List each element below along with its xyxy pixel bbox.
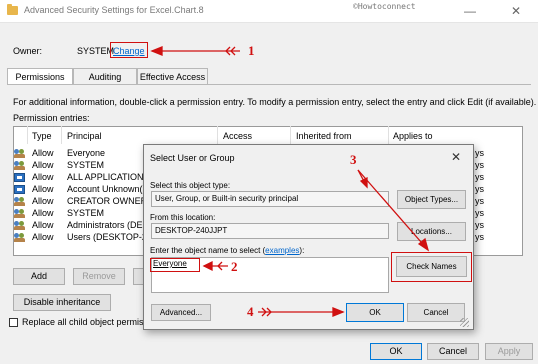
annotation-step-2: 2	[231, 259, 238, 274]
arrowhead-icon	[359, 176, 368, 189]
arrowhead-icon	[202, 260, 213, 272]
annotation-step-3: 3	[350, 152, 357, 167]
arrow-step-3	[357, 169, 429, 251]
annotation-step-1: 1	[248, 43, 255, 58]
annotation-arrows	[150, 46, 430, 317]
arrowhead-icon	[332, 307, 345, 317]
annotation-step-4: 4	[247, 304, 254, 319]
arrowhead-icon	[150, 46, 163, 56]
